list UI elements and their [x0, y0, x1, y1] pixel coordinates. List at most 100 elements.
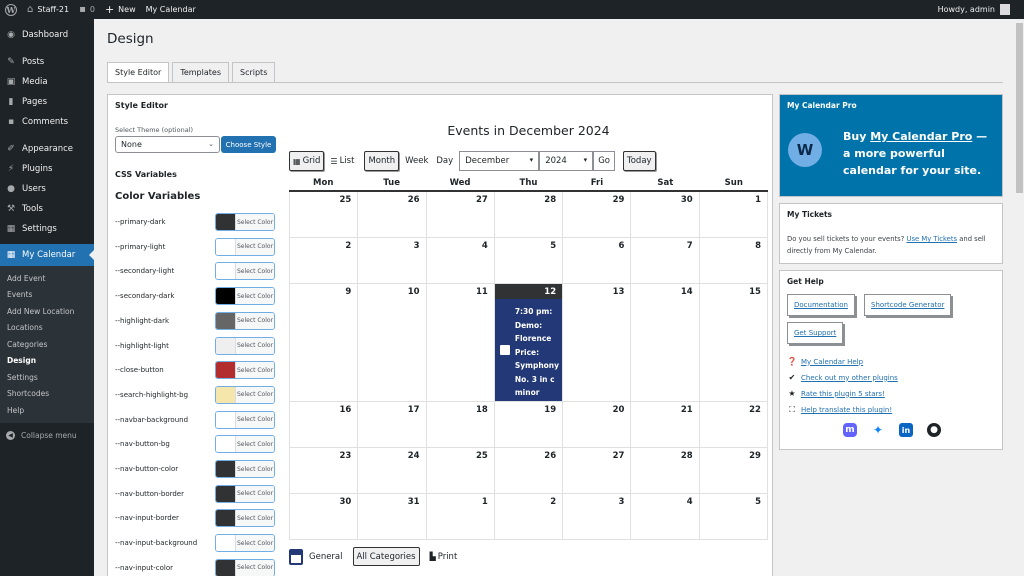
category-general[interactable]: General: [309, 552, 343, 562]
color-picker-button[interactable]: Select Color: [215, 385, 275, 404]
month-select[interactable]: December ▾: [459, 151, 540, 171]
submenu-shortcodes[interactable]: Shortcodes: [0, 386, 94, 403]
calendar-day-cell[interactable]: 6: [563, 238, 632, 284]
calendar-day-cell[interactable]: 20: [563, 402, 632, 448]
calendar-day-cell[interactable]: 28: [631, 448, 700, 494]
sidebar-item-media[interactable]: ▣ Media: [0, 72, 94, 92]
calendar-day-cell[interactable]: 30: [290, 494, 359, 540]
calendar-day-cell[interactable]: 29: [563, 192, 632, 238]
color-picker-button[interactable]: Select Color: [215, 311, 275, 330]
shortcode-generator-button[interactable]: Shortcode Generator: [864, 294, 952, 316]
mastodon-icon[interactable]: m: [843, 423, 857, 437]
today-button[interactable]: Today: [622, 151, 656, 171]
wp-logo-menu[interactable]: W: [0, 0, 22, 19]
calendar-day-cell[interactable]: 18: [426, 402, 495, 448]
list-view-button[interactable]: ☰ List: [328, 156, 356, 166]
calendar-day-cell[interactable]: 30: [631, 192, 700, 238]
calendar-day-cell[interactable]: 29: [699, 448, 768, 494]
collapse-menu-button[interactable]: ◀ Collapse menu: [0, 425, 94, 447]
color-picker-button[interactable]: Select Color: [215, 237, 275, 256]
new-content-link[interactable]: + New: [100, 0, 141, 19]
submenu-settings[interactable]: Settings: [0, 369, 94, 386]
calendar-day-cell[interactable]: 31: [358, 494, 427, 540]
documentation-button[interactable]: Documentation: [787, 294, 855, 316]
go-button[interactable]: Go: [593, 151, 615, 171]
color-picker-button[interactable]: Select Color: [215, 484, 275, 503]
submenu-categories[interactable]: Categories: [0, 336, 94, 353]
sidebar-item-dashboard[interactable]: ◉ Dashboard: [0, 25, 94, 45]
calendar-day-cell[interactable]: 24: [358, 448, 427, 494]
translate-plugin-link[interactable]: Help translate this plugin!: [801, 406, 892, 414]
calendar-day-cell[interactable]: 25: [290, 192, 359, 238]
sidebar-item-users[interactable]: ● Users: [0, 179, 94, 199]
calendar-day-cell[interactable]: 2: [290, 238, 359, 284]
calendar-day-cell[interactable]: 4: [426, 238, 495, 284]
linkedin-icon[interactable]: in: [899, 423, 913, 437]
calendar-day-cell[interactable]: 21: [631, 402, 700, 448]
submenu-add-event[interactable]: Add Event: [0, 270, 94, 287]
tab-templates[interactable]: Templates: [172, 62, 229, 82]
color-picker-button[interactable]: Select Color: [215, 558, 275, 576]
calendar-day-cell[interactable]: 1: [699, 192, 768, 238]
scrollbar-thumb[interactable]: [1016, 23, 1023, 193]
calendar-day-cell[interactable]: 15: [699, 284, 768, 402]
calendar-day-cell[interactable]: 22: [699, 402, 768, 448]
my-calendar-link[interactable]: My Calendar: [141, 0, 201, 19]
calendar-day-cell[interactable]: 13: [563, 284, 632, 402]
comments-link[interactable]: ▪ 0: [74, 0, 100, 19]
year-select[interactable]: 2024 ▾: [539, 151, 594, 171]
sidebar-item-my-calendar[interactable]: ▦ My Calendar: [0, 244, 94, 266]
week-view-button[interactable]: Week: [403, 156, 430, 166]
print-link[interactable]: Print: [438, 552, 458, 562]
color-picker-button[interactable]: Select Color: [215, 410, 275, 429]
submenu-help[interactable]: Help: [0, 402, 94, 419]
calendar-day-cell[interactable]: 4: [631, 494, 700, 540]
color-picker-button[interactable]: Select Color: [215, 361, 275, 380]
color-picker-button[interactable]: Select Color: [215, 287, 275, 306]
calendar-day-cell[interactable]: 26: [358, 192, 427, 238]
submenu-locations[interactable]: Locations: [0, 320, 94, 337]
sidebar-item-comments[interactable]: ▪ Comments: [0, 112, 94, 132]
color-picker-button[interactable]: Select Color: [215, 534, 275, 553]
color-picker-button[interactable]: Select Color: [215, 460, 275, 478]
use-my-tickets-link[interactable]: Use My Tickets: [907, 235, 958, 243]
color-picker-button[interactable]: Select Color: [215, 213, 275, 231]
sidebar-item-settings[interactable]: ▦ Settings: [0, 219, 94, 239]
calendar-day-cell[interactable]: 17: [358, 402, 427, 448]
grid-view-button[interactable]: ▦ Grid: [289, 151, 325, 171]
calendar-day-cell[interactable]: 12 7:30 pm: Demo: Florence Price: Symphon…: [494, 284, 564, 402]
calendar-day-cell[interactable]: 8: [699, 238, 768, 284]
calendar-day-cell[interactable]: 5: [699, 494, 768, 540]
theme-select[interactable]: None ⌄: [115, 136, 220, 153]
color-picker-button[interactable]: Select Color: [215, 509, 275, 528]
calendar-day-cell[interactable]: 3: [563, 494, 632, 540]
sidebar-item-plugins[interactable]: ⚡ Plugins: [0, 159, 94, 179]
sidebar-item-appearance[interactable]: ✐ Appearance: [0, 139, 94, 159]
my-calendar-pro-link[interactable]: My Calendar Pro: [870, 130, 972, 143]
submenu-design[interactable]: Design: [0, 353, 94, 370]
month-view-button[interactable]: Month: [364, 151, 400, 171]
day-view-button[interactable]: Day: [434, 156, 455, 166]
bluesky-icon[interactable]: ✦: [871, 423, 885, 437]
other-plugins-link[interactable]: Check out my other plugins: [801, 374, 898, 382]
calendar-day-cell[interactable]: 27: [563, 448, 632, 494]
calendar-day-cell[interactable]: 2: [494, 494, 564, 540]
calendar-day-cell[interactable]: 1: [426, 494, 495, 540]
calendar-day-cell[interactable]: 26: [494, 448, 564, 494]
calendar-day-cell[interactable]: 3: [358, 238, 427, 284]
all-categories-button[interactable]: All Categories: [352, 547, 420, 566]
calendar-day-cell[interactable]: 10: [358, 284, 427, 402]
calendar-day-cell[interactable]: 14: [631, 284, 700, 402]
calendar-day-cell[interactable]: 23: [290, 448, 359, 494]
sidebar-item-tools[interactable]: ⚒ Tools: [0, 199, 94, 219]
choose-style-button[interactable]: Choose Style: [221, 136, 276, 153]
calendar-event[interactable]: 7:30 pm: Demo: Florence Price: Symphony …: [495, 299, 562, 400]
calendar-day-cell[interactable]: 11: [426, 284, 495, 402]
color-picker-button[interactable]: Select Color: [215, 435, 275, 454]
calendar-day-cell[interactable]: 16: [290, 402, 359, 448]
calendar-day-cell[interactable]: 5: [494, 238, 564, 284]
my-calendar-help-link[interactable]: My Calendar Help: [801, 358, 863, 366]
calendar-day-cell[interactable]: 28: [494, 192, 564, 238]
calendar-day-cell[interactable]: 27: [426, 192, 495, 238]
calendar-day-cell[interactable]: 9: [290, 284, 359, 402]
